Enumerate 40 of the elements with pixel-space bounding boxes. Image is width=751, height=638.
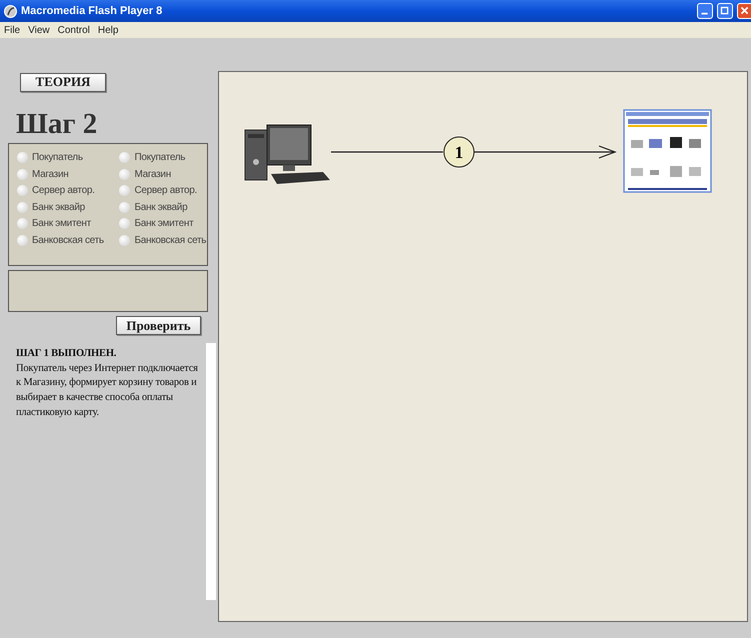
minimize-icon[interactable] bbox=[697, 3, 713, 19]
radio-button[interactable] bbox=[119, 202, 130, 212]
radio-button[interactable] bbox=[119, 218, 130, 229]
radio-label[interactable]: Покупатель bbox=[134, 152, 186, 163]
radio-button[interactable] bbox=[119, 234, 130, 246]
menu-item[interactable]: View bbox=[28, 24, 50, 36]
step-number: 1 bbox=[454, 143, 464, 162]
menu-item[interactable]: Help bbox=[98, 24, 118, 36]
radio-label[interactable]: Банк эквайр bbox=[32, 202, 85, 212]
radio-button[interactable] bbox=[17, 185, 28, 196]
computer-icon bbox=[244, 124, 330, 184]
menu-item[interactable]: File bbox=[4, 24, 20, 36]
radio-label[interactable]: Сервер автор. bbox=[32, 185, 95, 196]
radio-button[interactable] bbox=[17, 202, 28, 212]
radio-label[interactable]: Банковская сеть bbox=[134, 234, 206, 246]
radio-button[interactable] bbox=[17, 168, 28, 180]
radio-button[interactable] bbox=[119, 152, 130, 163]
message-heading: ШАГ 1 ВЫПОЛНЕН. bbox=[16, 347, 118, 361]
theory-button[interactable]: ТЕОРИЯ bbox=[20, 72, 106, 92]
radio-button[interactable] bbox=[119, 185, 130, 196]
maximize-icon[interactable] bbox=[717, 3, 733, 19]
radio-button[interactable] bbox=[17, 218, 28, 229]
radio-label[interactable]: Магазин bbox=[134, 168, 171, 180]
radio-button[interactable] bbox=[17, 152, 28, 163]
radio-label[interactable]: Банк эквайр bbox=[134, 202, 188, 212]
radio-label[interactable]: Сервер автор. bbox=[134, 185, 198, 196]
radio-label[interactable]: Банковская сеть bbox=[32, 234, 104, 246]
radio-label[interactable]: Банк эмитент bbox=[32, 218, 91, 229]
radio-button[interactable] bbox=[17, 234, 28, 246]
window-title: Macromedia Flash Player 8 bbox=[21, 5, 162, 17]
message-text: Покупатель через Интернет подключается к Магазину, формирует корзину товаров и выбирает в качестве способа оплаты пластиковую карту. bbox=[16, 362, 199, 420]
menu-item[interactable]: Control bbox=[58, 24, 90, 36]
close-icon[interactable] bbox=[737, 3, 751, 19]
step-heading: Шаг 2 bbox=[15, 110, 98, 139]
radio-label[interactable]: Банк эмитент bbox=[134, 218, 194, 229]
check-button[interactable]: Проверить bbox=[116, 316, 201, 335]
app-icon bbox=[4, 4, 17, 18]
radio-label[interactable]: Магазин bbox=[32, 168, 68, 180]
radio-label[interactable]: Покупатель bbox=[32, 152, 83, 163]
radio-button[interactable] bbox=[119, 168, 130, 180]
